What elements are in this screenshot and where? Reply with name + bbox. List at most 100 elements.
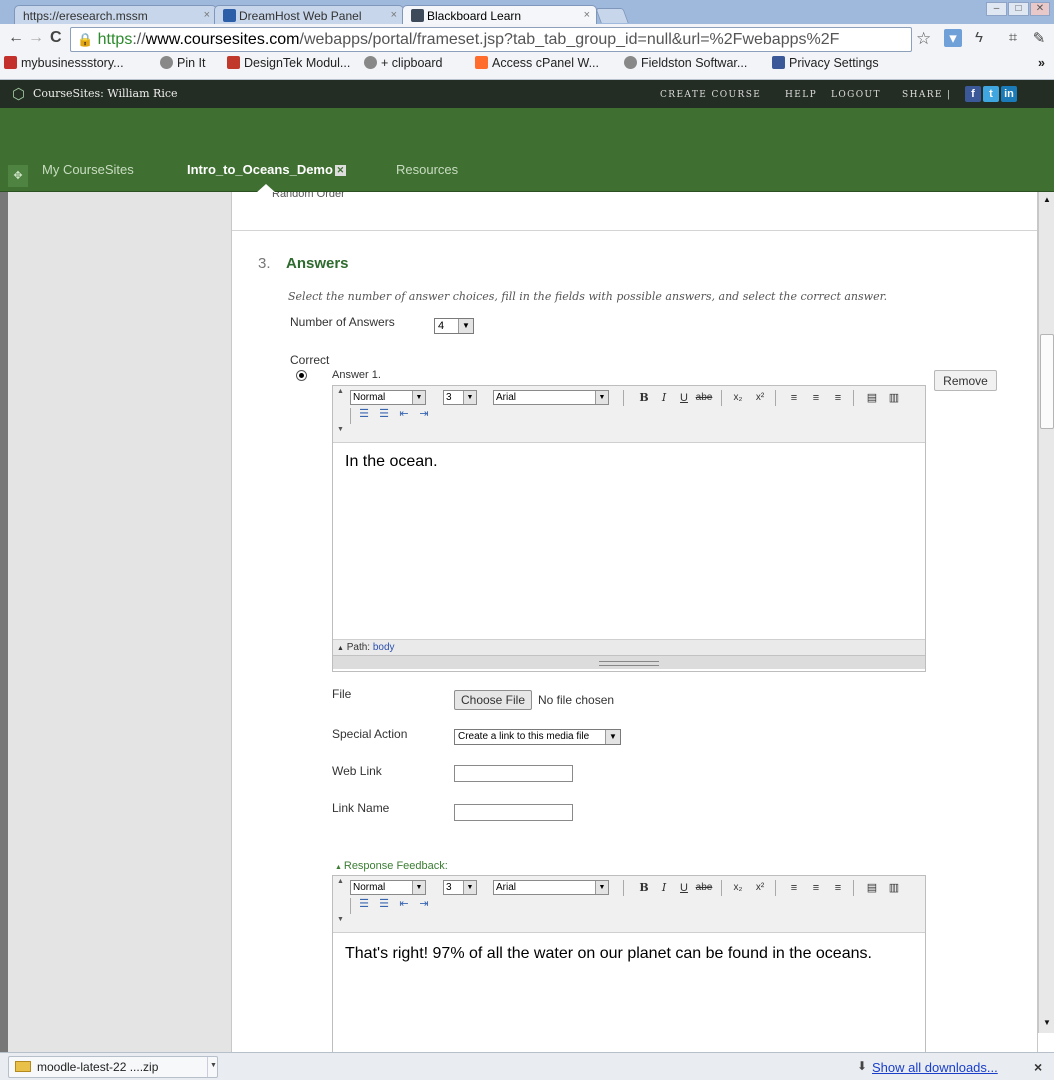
menu-toggle-icon[interactable]: ✥	[8, 165, 28, 187]
editor-resize-handle[interactable]	[333, 655, 925, 669]
evernote-icon[interactable]: ϟ	[970, 29, 988, 47]
special-action-select[interactable]: Create a link to this media file ▼	[454, 729, 621, 745]
align-right-icon[interactable]: ≡	[829, 880, 847, 896]
help-link[interactable]: HELP	[785, 90, 817, 100]
format-select[interactable]: Normal ▼	[350, 390, 426, 405]
indent-icon[interactable]: ⇥	[415, 896, 433, 912]
underline-icon[interactable]: U	[675, 390, 693, 406]
back-icon[interactable]: ←	[8, 29, 24, 47]
format-select[interactable]: Normal ▼	[350, 880, 426, 895]
paste-icon[interactable]: ▤	[863, 880, 881, 896]
close-window-button[interactable]: ✕	[1030, 2, 1050, 16]
correct-answer-radio[interactable]	[296, 370, 307, 381]
response-feedback-toggle[interactable]: ▲ Response Feedback:	[335, 860, 448, 872]
twitter-icon[interactable]: t	[983, 86, 999, 102]
tab-my-coursesites[interactable]: My CourseSites	[42, 162, 134, 177]
number-of-answers-select[interactable]: 4 ▼	[434, 318, 474, 334]
tab-blackboard-learn[interactable]: Blackboard Learn ×	[402, 5, 597, 24]
tab-eresearch[interactable]: https://eresearch.mssm ×	[14, 5, 217, 24]
link-name-input[interactable]	[454, 804, 573, 821]
create-course-link[interactable]: CREATE COURSE	[660, 90, 761, 100]
tab-intro-to-oceans-demo[interactable]: Intro_to_Oceans_Demo ✕	[187, 162, 346, 177]
superscript-icon[interactable]: x²	[751, 880, 769, 896]
tab-dreamhost[interactable]: DreamHost Web Panel ×	[214, 5, 404, 24]
forward-icon[interactable]: →	[28, 29, 44, 47]
choose-file-button[interactable]: Choose File	[454, 690, 532, 710]
site-brand: CourseSites: William Rice	[33, 87, 178, 100]
close-icon[interactable]: ×	[1034, 1059, 1042, 1075]
bookmark-fieldston[interactable]: Fieldston Softwar...	[624, 56, 747, 70]
bookmark-pin-it[interactable]: Pin It	[160, 56, 206, 70]
underline-icon[interactable]: U	[675, 880, 693, 896]
font-size-select[interactable]: 3 ▼	[443, 390, 477, 405]
tab-close-icon[interactable]: ×	[584, 9, 590, 21]
extension-icon[interactable]: ▾	[944, 29, 962, 47]
expand-toolbar-icon[interactable]: ▼	[337, 426, 344, 433]
minimize-button[interactable]: –	[986, 2, 1007, 16]
collapse-icon[interactable]: ▲	[337, 645, 344, 652]
align-center-icon[interactable]: ≡	[807, 880, 825, 896]
outdent-icon[interactable]: ⇤	[395, 406, 413, 422]
bookmark-clipboard[interactable]: + clipboard	[364, 56, 443, 70]
italic-icon[interactable]: I	[655, 390, 673, 406]
align-right-icon[interactable]: ≡	[829, 390, 847, 406]
align-left-icon[interactable]: ≡	[785, 390, 803, 406]
bookmark-designtek[interactable]: DesignTek Modul...	[227, 56, 350, 70]
superscript-icon[interactable]: x²	[751, 390, 769, 406]
numbered-list-icon[interactable]: ☰	[355, 406, 373, 422]
indent-icon[interactable]: ⇥	[415, 406, 433, 422]
expand-toolbar-icon[interactable]: ▼	[337, 916, 344, 923]
align-left-icon[interactable]: ≡	[785, 880, 803, 896]
tab-close-icon[interactable]: ×	[204, 9, 210, 21]
numbered-list-icon[interactable]: ☰	[355, 896, 373, 912]
web-link-input[interactable]	[454, 765, 573, 782]
bookmark-privacy-settings[interactable]: Privacy Settings	[772, 56, 879, 70]
paste-word-icon[interactable]: ▥	[885, 390, 903, 406]
italic-icon[interactable]: I	[655, 880, 673, 896]
paste-word-icon[interactable]: ▥	[885, 880, 903, 896]
scroll-up-icon[interactable]: ▲	[1041, 195, 1053, 205]
download-item[interactable]: moodle-latest-22 ....zip ▼	[8, 1056, 218, 1078]
wrench-icon[interactable]: ✎	[1030, 29, 1048, 47]
subscript-icon[interactable]: x₂	[729, 880, 747, 896]
align-center-icon[interactable]: ≡	[807, 390, 825, 406]
path-body-link[interactable]: body	[373, 642, 395, 653]
new-tab-button[interactable]	[595, 8, 629, 23]
font-family-select[interactable]: Arial ▼	[493, 880, 609, 895]
bold-icon[interactable]: B	[635, 390, 653, 406]
feedback-text-area[interactable]: That's right! 97% of all the water on ou…	[333, 933, 925, 1052]
page-scrollbar[interactable]: ▲ ▼	[1038, 192, 1054, 1033]
bold-icon[interactable]: B	[635, 880, 653, 896]
scroll-down-icon[interactable]: ▼	[1041, 1018, 1053, 1028]
strikethrough-icon[interactable]: abe	[695, 880, 713, 896]
outdent-icon[interactable]: ⇤	[395, 896, 413, 912]
logout-link[interactable]: LOGOUT	[831, 90, 881, 100]
collapse-icon[interactable]: ▲	[337, 878, 344, 885]
bullet-list-icon[interactable]: ☰	[375, 896, 393, 912]
collapse-icon[interactable]: ▲	[337, 388, 344, 395]
facebook-icon[interactable]: f	[965, 86, 981, 102]
address-bar[interactable]: 🔒 https://www.coursesites.com/webapps/po…	[70, 27, 912, 52]
reload-icon[interactable]: C	[50, 29, 62, 47]
show-all-downloads-link[interactable]: Show all downloads...	[872, 1060, 998, 1075]
strikethrough-icon[interactable]: abe	[695, 390, 713, 406]
paste-icon[interactable]: ▤	[863, 390, 881, 406]
font-size-select[interactable]: 3 ▼	[443, 880, 477, 895]
linkedin-icon[interactable]: in	[1001, 86, 1017, 102]
bookmark-mybusinessstory[interactable]: mybusinessstory...	[4, 56, 124, 70]
remove-button[interactable]: Remove	[934, 370, 997, 391]
maximize-button[interactable]: □	[1008, 2, 1029, 16]
scrollbar-thumb[interactable]	[1040, 334, 1054, 429]
screen-capture-icon[interactable]: ⌗	[1004, 29, 1022, 47]
tab-resources[interactable]: Resources	[396, 162, 458, 177]
font-family-select[interactable]: Arial ▼	[493, 390, 609, 405]
tab-close-icon[interactable]: ×	[391, 9, 397, 21]
subscript-icon[interactable]: x₂	[729, 390, 747, 406]
bullet-list-icon[interactable]: ☰	[375, 406, 393, 422]
chevron-down-icon[interactable]: ▼	[207, 1057, 219, 1077]
bookmark-cpanel[interactable]: Access cPanel W...	[475, 56, 599, 70]
bookmark-star-icon[interactable]: ☆	[916, 29, 931, 49]
tab-close-icon[interactable]: ✕	[334, 165, 346, 176]
answer-text-area[interactable]: In the ocean.	[333, 443, 925, 639]
bookmarks-overflow-icon[interactable]: »	[1038, 56, 1045, 70]
